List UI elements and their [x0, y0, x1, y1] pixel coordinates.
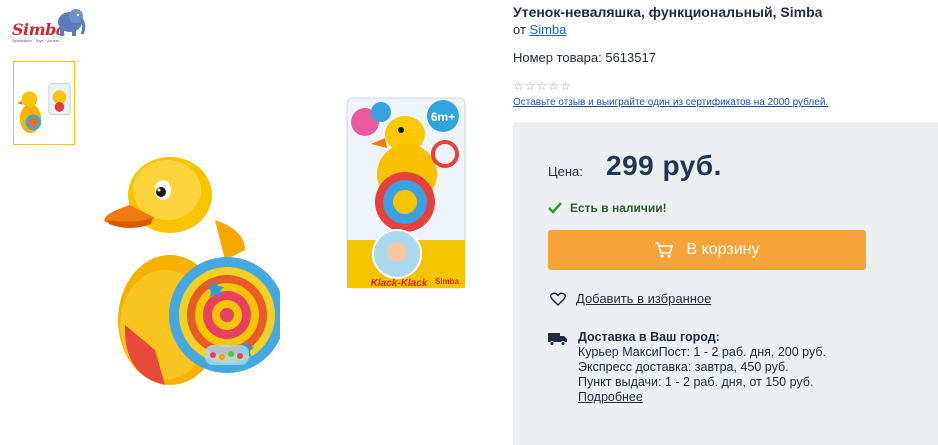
- star-icon[interactable]: ☆: [513, 80, 524, 92]
- age-badge: 6m+: [431, 110, 455, 124]
- cart-icon: [655, 242, 674, 258]
- delivery-line: Пункт выдачи: 1 - 2 раб. дня, от 150 руб…: [578, 375, 814, 389]
- review-promo-link[interactable]: Оставьте отзыв и выиграйте один из серти…: [513, 97, 828, 108]
- delivery-line: Экспресс доставка: завтра, 450 руб.: [578, 360, 789, 374]
- package-brand: Simba: [435, 277, 460, 286]
- star-icon[interactable]: ☆: [560, 80, 571, 92]
- product-package-image[interactable]: 6m+ Klack-Klack Simba: [335, 94, 477, 294]
- delivery-line: Курьер МаксиПост: 1 - 2 раб. дня, 200 ру…: [578, 345, 827, 359]
- brand-link[interactable]: Simba: [530, 22, 567, 37]
- product-main-image[interactable]: [95, 150, 280, 390]
- check-icon: [548, 202, 562, 214]
- star-icon[interactable]: ☆: [525, 80, 536, 92]
- byline-prefix: от: [513, 22, 526, 37]
- product-title: Утенок-неваляшка, функциональный, Simba: [513, 4, 823, 20]
- price-value: 299 руб.: [606, 150, 722, 181]
- package-toy-name: Klack-Klack: [371, 278, 428, 289]
- brand-logo[interactable]: Simba Spielwaren · Toys · Jouets: [10, 6, 86, 44]
- product-sku: Номер товара: 5613517: [513, 50, 656, 65]
- delivery-heading: Доставка в Ваш город:: [578, 330, 720, 344]
- delivery-more-link[interactable]: Подробнее: [578, 390, 643, 404]
- add-to-cart-button[interactable]: В корзину: [548, 230, 866, 270]
- star-icon[interactable]: ☆: [548, 80, 559, 92]
- star-icon[interactable]: ☆: [537, 80, 548, 92]
- cart-button-label: В корзину: [686, 241, 760, 258]
- price-label: Цена:: [548, 164, 583, 179]
- product-thumbnail[interactable]: [13, 61, 75, 145]
- truck-icon: [548, 333, 567, 346]
- stock-status: Есть в наличии!: [548, 201, 667, 215]
- delivery-info: Доставка в Ваш город: Курьер МаксиПост: …: [548, 330, 826, 405]
- stock-text: Есть в наличии!: [570, 201, 667, 215]
- thumbnail-image: [14, 62, 74, 144]
- rating-stars[interactable]: ☆ ☆ ☆ ☆ ☆: [513, 80, 571, 92]
- favorite-link[interactable]: Добавить в избранное: [576, 291, 711, 306]
- add-to-favorites[interactable]: Добавить в избранное: [550, 291, 711, 306]
- heart-icon: [550, 292, 566, 306]
- product-byline: от Simba: [513, 22, 566, 37]
- elephant-logo-icon: [58, 9, 86, 36]
